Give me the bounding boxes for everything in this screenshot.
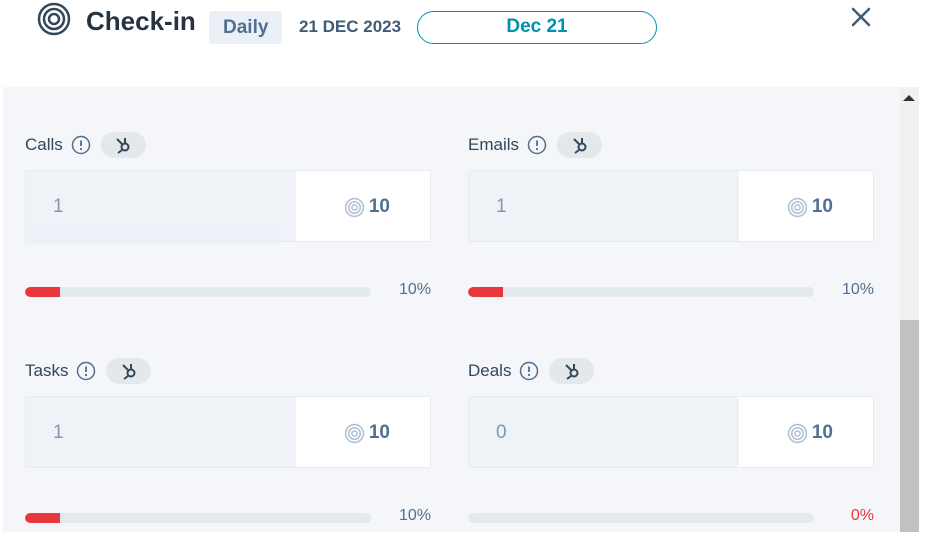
- modal-title: Check-in: [86, 6, 196, 36]
- value-input-group: 0 10: [468, 396, 874, 468]
- metric-header: Calls: [25, 130, 146, 160]
- target-display: 10: [296, 397, 430, 467]
- info-icon[interactable]: [527, 135, 547, 155]
- target-display: 10: [739, 171, 873, 241]
- progress-track: [25, 287, 371, 297]
- emails-value-input[interactable]: 1: [469, 171, 739, 241]
- metrics-panel: Calls 1 10 10% Emails 1 10 10% Tasks 1 1…: [3, 87, 900, 532]
- metric-label: Calls: [25, 135, 63, 154]
- metric-label: Deals: [468, 361, 512, 380]
- metric-tasks: Tasks 1 10 10%: [25, 356, 431, 556]
- date-text: 21 DEC 2023: [299, 17, 402, 36]
- progress-fill: [25, 513, 60, 523]
- info-icon[interactable]: [76, 361, 96, 381]
- scroll-up-arrow-icon[interactable]: [903, 95, 915, 101]
- hubspot-sprocket-icon: [116, 138, 130, 154]
- target-value: 10: [368, 422, 390, 443]
- period-badge[interactable]: Daily: [209, 11, 283, 44]
- info-icon[interactable]: [519, 361, 539, 381]
- hubspot-sync-chip[interactable]: [106, 358, 152, 384]
- progress-percent: 10%: [398, 507, 431, 524]
- vertical-scrollbar[interactable]: [900, 87, 919, 532]
- metric-label: Tasks: [25, 361, 69, 380]
- hubspot-sprocket-icon: [122, 364, 136, 380]
- modal-header: Check-in Daily 21 DEC 2023 Dec 21: [0, 0, 946, 88]
- metric-header: Deals: [468, 356, 595, 386]
- progress-fill: [468, 287, 503, 297]
- target-display: 10: [296, 171, 430, 241]
- checkin-logo-icon: [37, 2, 71, 36]
- progress-percent: 0%: [850, 507, 874, 524]
- metric-emails: Emails 1 10 10%: [468, 130, 874, 330]
- progress-percent: 10%: [398, 281, 431, 298]
- target-icon: [787, 423, 808, 443]
- hubspot-sync-chip[interactable]: [557, 132, 603, 158]
- progress-percent: 10%: [841, 281, 874, 298]
- tasks-value-input[interactable]: 1: [26, 397, 296, 467]
- target-icon: [787, 197, 808, 217]
- target-display: 10: [739, 397, 873, 467]
- target-icon: [344, 197, 365, 217]
- metric-calls: Calls 1 10 10%: [25, 130, 431, 330]
- hubspot-sync-chip[interactable]: [549, 358, 595, 384]
- modal-edge: [919, 87, 946, 532]
- close-icon[interactable]: [848, 4, 874, 30]
- value-input-group: 1 10: [468, 170, 874, 242]
- target-icon: [344, 423, 365, 443]
- hubspot-sprocket-icon: [565, 364, 579, 380]
- info-icon[interactable]: [71, 135, 91, 155]
- target-value: 10: [368, 196, 390, 217]
- value-input-group: 1 10: [25, 396, 431, 468]
- metric-header: Emails: [468, 130, 603, 160]
- deals-value-input[interactable]: 0: [469, 397, 739, 467]
- metric-deals: Deals 0 10 0%: [468, 356, 874, 556]
- ghost-tooltip: [25, 222, 280, 244]
- progress-fill: [25, 287, 60, 297]
- target-value: 10: [811, 422, 833, 443]
- progress-track: [468, 287, 814, 297]
- target-value: 10: [811, 196, 833, 217]
- hubspot-sync-chip[interactable]: [100, 132, 146, 158]
- metric-label: Emails: [468, 135, 520, 154]
- progress-track: [25, 513, 371, 523]
- scrollbar-thumb[interactable]: [900, 320, 919, 532]
- hubspot-sprocket-icon: [572, 138, 587, 154]
- progress-track: [468, 513, 814, 523]
- date-picker-button[interactable]: Dec 21: [417, 11, 657, 44]
- metric-header: Tasks: [25, 356, 152, 386]
